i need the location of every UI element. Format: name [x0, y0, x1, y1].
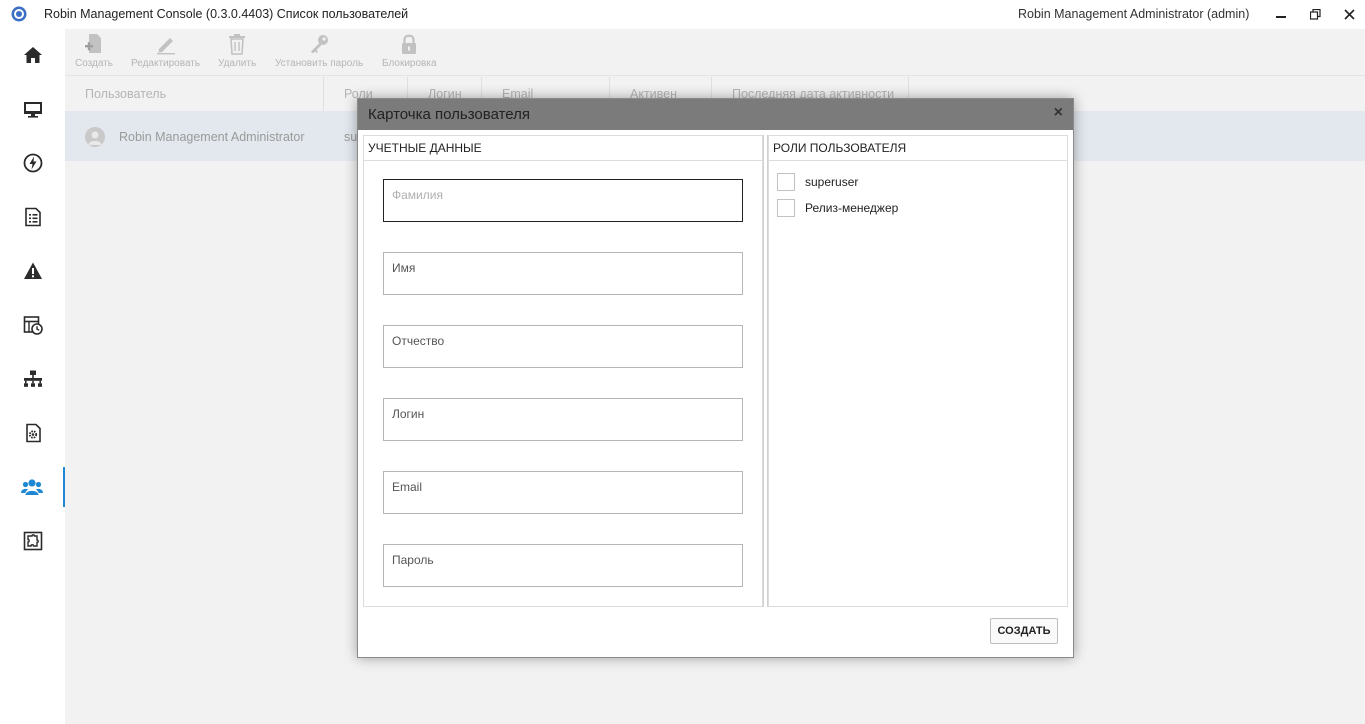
delete-user-label: Удалить [218, 58, 257, 69]
middle-name-placeholder: Отчество [392, 334, 445, 348]
block-user-button[interactable]: Блокировка [382, 33, 437, 69]
roles-panel-title: РОЛИ ПОЛЬЗОВАТЕЛЯ [769, 136, 1067, 161]
sidebar-item-settings[interactable] [0, 413, 65, 453]
home-icon [23, 47, 42, 63]
close-icon [1343, 8, 1355, 20]
restore-icon [1309, 8, 1321, 20]
current-user: Robin Management Administrator (admin) [1018, 7, 1250, 21]
sidebar-item-users[interactable] [0, 467, 65, 507]
block-user-label: Блокировка [382, 58, 437, 69]
sidebar-item-network[interactable] [0, 359, 65, 399]
avatar [85, 127, 105, 147]
role-label: superuser [805, 175, 859, 189]
app-logo-icon [11, 6, 27, 22]
lock-icon [402, 34, 417, 54]
dialog-header: Карточка пользователя × [358, 99, 1073, 130]
title-bar: Robin Management Console (0.3.0.4403) Сп… [0, 0, 1365, 29]
row-user-roles: su [344, 130, 358, 144]
document-list-icon [24, 207, 41, 227]
window-title: Robin Management Console (0.3.0.4403) Сп… [44, 7, 409, 21]
sidebar [0, 29, 65, 724]
restore-button[interactable] [1302, 2, 1328, 26]
credentials-panel: УЧЕТНЫЕ ДАННЫЕ Фамилия Имя Отчество Логи… [363, 135, 763, 607]
users-icon [20, 479, 43, 495]
create-button[interactable]: СОЗДАТЬ [990, 618, 1058, 644]
login-placeholder: Логин [392, 407, 425, 421]
table-clock-icon [23, 316, 43, 335]
sidebar-item-alerts[interactable] [0, 251, 65, 291]
credentials-panel-title: УЧЕТНЫЕ ДАННЫЕ [364, 136, 762, 161]
middle-name-field[interactable]: Отчество [383, 325, 743, 368]
login-field[interactable]: Логин [383, 398, 743, 441]
network-icon [23, 370, 42, 387]
password-placeholder: Пароль [392, 553, 434, 567]
set-password-button[interactable]: Установить пароль [275, 33, 363, 69]
toolbar: Создать Редактировать Удалить Установить… [65, 29, 1365, 76]
trash-icon [229, 34, 246, 55]
puzzle-icon [23, 531, 42, 551]
pencil-icon [156, 38, 175, 55]
role-label: Релиз-менеджер [805, 201, 899, 215]
sidebar-item-plugins[interactable] [0, 521, 65, 561]
column-header-user[interactable]: Пользователь [65, 77, 324, 111]
row-user-name: Robin Management Administrator [119, 130, 305, 144]
close-window-button[interactable] [1336, 2, 1362, 26]
edit-user-button[interactable]: Редактировать [131, 33, 200, 69]
checkbox[interactable] [777, 173, 795, 191]
dialog-title: Карточка пользователя [368, 106, 531, 123]
create-user-button[interactable]: Создать [75, 33, 113, 69]
checkbox[interactable] [777, 199, 795, 217]
sidebar-item-home[interactable] [0, 35, 65, 75]
user-card-dialog: Карточка пользователя × УЧЕТНЫЕ ДАННЫЕ Ф… [357, 98, 1074, 658]
sidebar-item-schedule[interactable] [0, 305, 65, 345]
create-user-label: Создать [75, 58, 114, 69]
email-field[interactable]: Email [383, 471, 743, 514]
gear-file-icon [25, 423, 41, 443]
set-password-label: Установить пароль [275, 58, 364, 69]
warning-icon [23, 262, 42, 279]
last-name-placeholder: Фамилия [392, 188, 443, 202]
sidebar-item-events[interactable] [0, 143, 65, 183]
role-checkbox-superuser[interactable]: superuser [777, 173, 858, 191]
password-field[interactable]: Пароль [383, 544, 743, 587]
monitor-icon [23, 102, 42, 118]
role-checkbox-release-manager[interactable]: Релиз-менеджер [777, 199, 898, 217]
add-file-icon [85, 34, 101, 53]
email-placeholder: Email [392, 480, 423, 494]
first-name-field[interactable]: Имя [383, 252, 743, 295]
first-name-placeholder: Имя [392, 261, 416, 275]
user-avatar-icon [88, 131, 102, 145]
lightning-icon [23, 153, 42, 173]
sidebar-item-monitor[interactable] [0, 89, 65, 129]
last-name-field[interactable]: Фамилия [383, 179, 743, 222]
sidebar-item-reports[interactable] [0, 197, 65, 237]
edit-user-label: Редактировать [131, 58, 201, 69]
minimize-button[interactable] [1268, 2, 1294, 26]
dialog-close-button[interactable]: × [1054, 104, 1063, 122]
roles-panel: РОЛИ ПОЛЬЗОВАТЕЛЯ superuser Релиз-менедж… [768, 135, 1068, 607]
key-icon [311, 35, 329, 54]
minimize-icon [1276, 16, 1286, 18]
delete-user-button[interactable]: Удалить [218, 33, 256, 69]
